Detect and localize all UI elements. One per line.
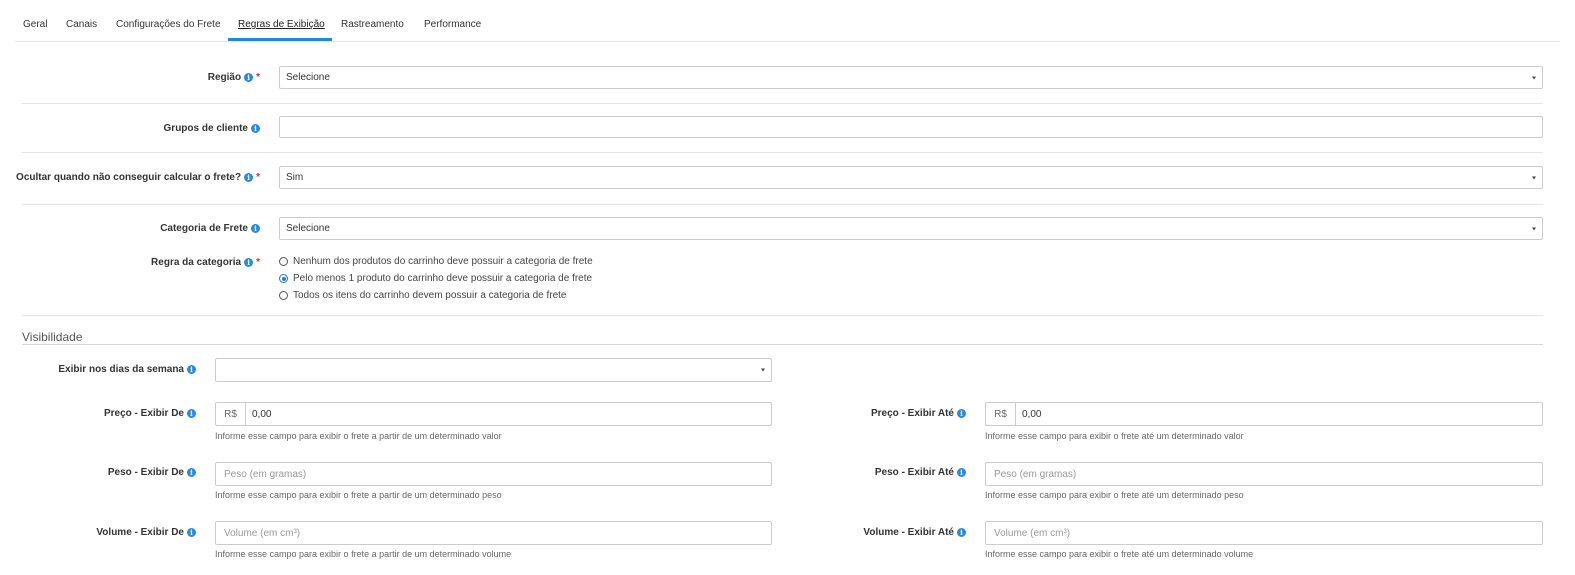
categoria-frete-label-text: Categoria de Frete xyxy=(160,222,248,234)
volume-ate-input[interactable]: Volume (em cm³) xyxy=(985,521,1543,545)
preco-de-value: 0,00 xyxy=(252,408,272,420)
caret-down-icon xyxy=(1532,176,1536,179)
radio-option-label: Nenhum dos produtos do carrinho deve pos… xyxy=(293,256,593,267)
categoria-frete-select-value: Selecione xyxy=(286,223,330,234)
grupos-cliente-label: Grupos de cliente i xyxy=(0,121,260,135)
caret-down-icon xyxy=(761,368,765,372)
peso-ate-label: Peso - Exibir Até i xyxy=(780,465,966,479)
grupos-cliente-input[interactable] xyxy=(279,116,1543,138)
caret-down-icon xyxy=(1532,76,1536,79)
divider xyxy=(22,152,1543,153)
regiao-label-text: Região xyxy=(207,71,242,83)
radio-option-nenhum[interactable]: Nenhum dos produtos do carrinho deve pos… xyxy=(279,256,593,267)
ocultar-select[interactable]: Sim xyxy=(279,166,1543,189)
volume-ate-label-text: Volume - Exibir Até xyxy=(863,526,954,538)
preco-de-help: Informe esse campo para exibir o frete a… xyxy=(215,431,502,441)
divider xyxy=(22,204,1543,205)
preco-de-input[interactable]: 0,00 xyxy=(245,402,772,426)
peso-ate-help: Informe esse campo para exibir o frete a… xyxy=(985,490,1244,500)
categoria-frete-label: Categoria de Frete i xyxy=(0,221,260,235)
active-tab-indicator xyxy=(228,38,332,41)
required-mark: * xyxy=(256,171,260,183)
dias-semana-select[interactable] xyxy=(215,358,772,382)
preco-ate-label: Preço - Exibir Até i xyxy=(780,406,966,420)
radio-button[interactable] xyxy=(279,257,288,266)
preco-de-label-text: Preço - Exibir De xyxy=(103,407,184,419)
ocultar-label: Ocultar quando não conseguir calcular o … xyxy=(0,170,260,184)
info-icon[interactable]: i xyxy=(244,72,254,82)
regiao-select-value: Selecione xyxy=(286,72,330,83)
info-icon[interactable]: i xyxy=(244,172,254,182)
preco-ate-label-text: Preço - Exibir Até xyxy=(871,407,954,419)
radio-option-todos[interactable]: Todos os itens do carrinho devem possuir… xyxy=(279,290,567,301)
peso-ate-input[interactable]: Peso (em gramas) xyxy=(985,462,1543,486)
ocultar-label-text: Ocultar quando não conseguir calcular o … xyxy=(16,171,242,183)
volume-ate-help: Informe esse campo para exibir o frete a… xyxy=(985,549,1254,559)
preco-ate-input[interactable]: 0,00 xyxy=(1015,402,1543,426)
tab-regras-exibicao[interactable]: Regras de Exibição xyxy=(238,19,325,30)
peso-de-label-text: Peso - Exibir De xyxy=(107,466,184,478)
peso-de-input[interactable]: Peso (em gramas) xyxy=(215,462,772,486)
info-icon[interactable]: i xyxy=(187,364,196,374)
tab-performance[interactable]: Performance xyxy=(424,19,481,30)
peso-de-label: Peso - Exibir De i xyxy=(0,465,196,479)
radio-option-label: Pelo menos 1 produto do carrinho deve po… xyxy=(293,273,593,284)
volume-de-input[interactable]: Volume (em cm³) xyxy=(215,521,772,545)
volume-de-placeholder: Volume (em cm³) xyxy=(224,527,301,539)
peso-ate-label-text: Peso - Exibir Até xyxy=(874,466,954,478)
grupos-cliente-label-text: Grupos de cliente xyxy=(163,122,248,134)
categoria-frete-select[interactable]: Selecione xyxy=(279,217,1543,240)
required-mark: * xyxy=(256,256,260,268)
radio-option-pelo-menos-1[interactable]: Pelo menos 1 produto do carrinho deve po… xyxy=(279,273,592,284)
ocultar-select-value: Sim xyxy=(286,172,304,183)
info-icon[interactable]: i xyxy=(187,527,196,537)
dias-semana-label-text: Exibir nos dias da semana xyxy=(58,363,184,375)
info-icon[interactable]: i xyxy=(251,223,260,233)
tab-geral[interactable]: Geral xyxy=(23,19,47,30)
volume-de-label-text: Volume - Exibir De xyxy=(96,526,184,538)
regiao-label: Região i * xyxy=(0,70,260,84)
divider xyxy=(22,103,1543,104)
info-icon[interactable]: i xyxy=(187,467,196,477)
regra-categoria-label: Regra da categoria i * xyxy=(0,255,260,269)
regiao-select[interactable]: Selecione xyxy=(279,66,1543,89)
preco-ate-help: Informe esse campo para exibir o frete a… xyxy=(985,431,1244,441)
preco-ate-value: 0,00 xyxy=(1022,408,1042,420)
info-icon[interactable]: i xyxy=(187,408,196,418)
volume-de-help: Informe esse campo para exibir o frete a… xyxy=(215,549,512,559)
preco-de-label: Preço - Exibir De i xyxy=(0,406,196,420)
tab-canais[interactable]: Canais xyxy=(66,19,97,30)
required-mark: * xyxy=(256,71,260,83)
info-icon[interactable]: i xyxy=(957,467,966,477)
info-icon[interactable]: i xyxy=(957,408,966,418)
regra-categoria-label-text: Regra da categoria xyxy=(151,256,242,268)
peso-de-placeholder: Peso (em gramas) xyxy=(224,468,307,480)
peso-de-help: Informe esse campo para exibir o frete a… xyxy=(215,490,502,500)
peso-ate-placeholder: Peso (em gramas) xyxy=(994,468,1077,480)
radio-button-checked[interactable] xyxy=(279,274,288,283)
dias-semana-label: Exibir nos dias da semana i xyxy=(0,362,196,376)
radio-option-label: Todos os itens do carrinho devem possuir… xyxy=(293,290,567,301)
volume-ate-label: Volume - Exibir Até i xyxy=(780,525,966,539)
volume-ate-placeholder: Volume (em cm³) xyxy=(994,527,1071,539)
info-icon[interactable]: i xyxy=(957,527,966,537)
tab-rastreamento[interactable]: Rastreamento xyxy=(341,19,404,30)
radio-button[interactable] xyxy=(279,291,288,300)
tab-bar: Geral Canais Configurações do Frete Regr… xyxy=(15,0,1560,42)
info-icon[interactable]: i xyxy=(244,257,254,267)
info-icon[interactable]: i xyxy=(251,123,260,133)
tab-configuracoes-frete[interactable]: Configurações do Frete xyxy=(116,19,221,30)
currency-prefix: R$ xyxy=(985,402,1015,426)
volume-de-label: Volume - Exibir De i xyxy=(0,525,196,539)
caret-down-icon xyxy=(1532,227,1536,230)
section-title-visibilidade: Visibilidade xyxy=(22,330,83,344)
currency-prefix: R$ xyxy=(215,402,245,426)
divider xyxy=(22,315,1543,316)
section-divider xyxy=(22,344,1543,345)
